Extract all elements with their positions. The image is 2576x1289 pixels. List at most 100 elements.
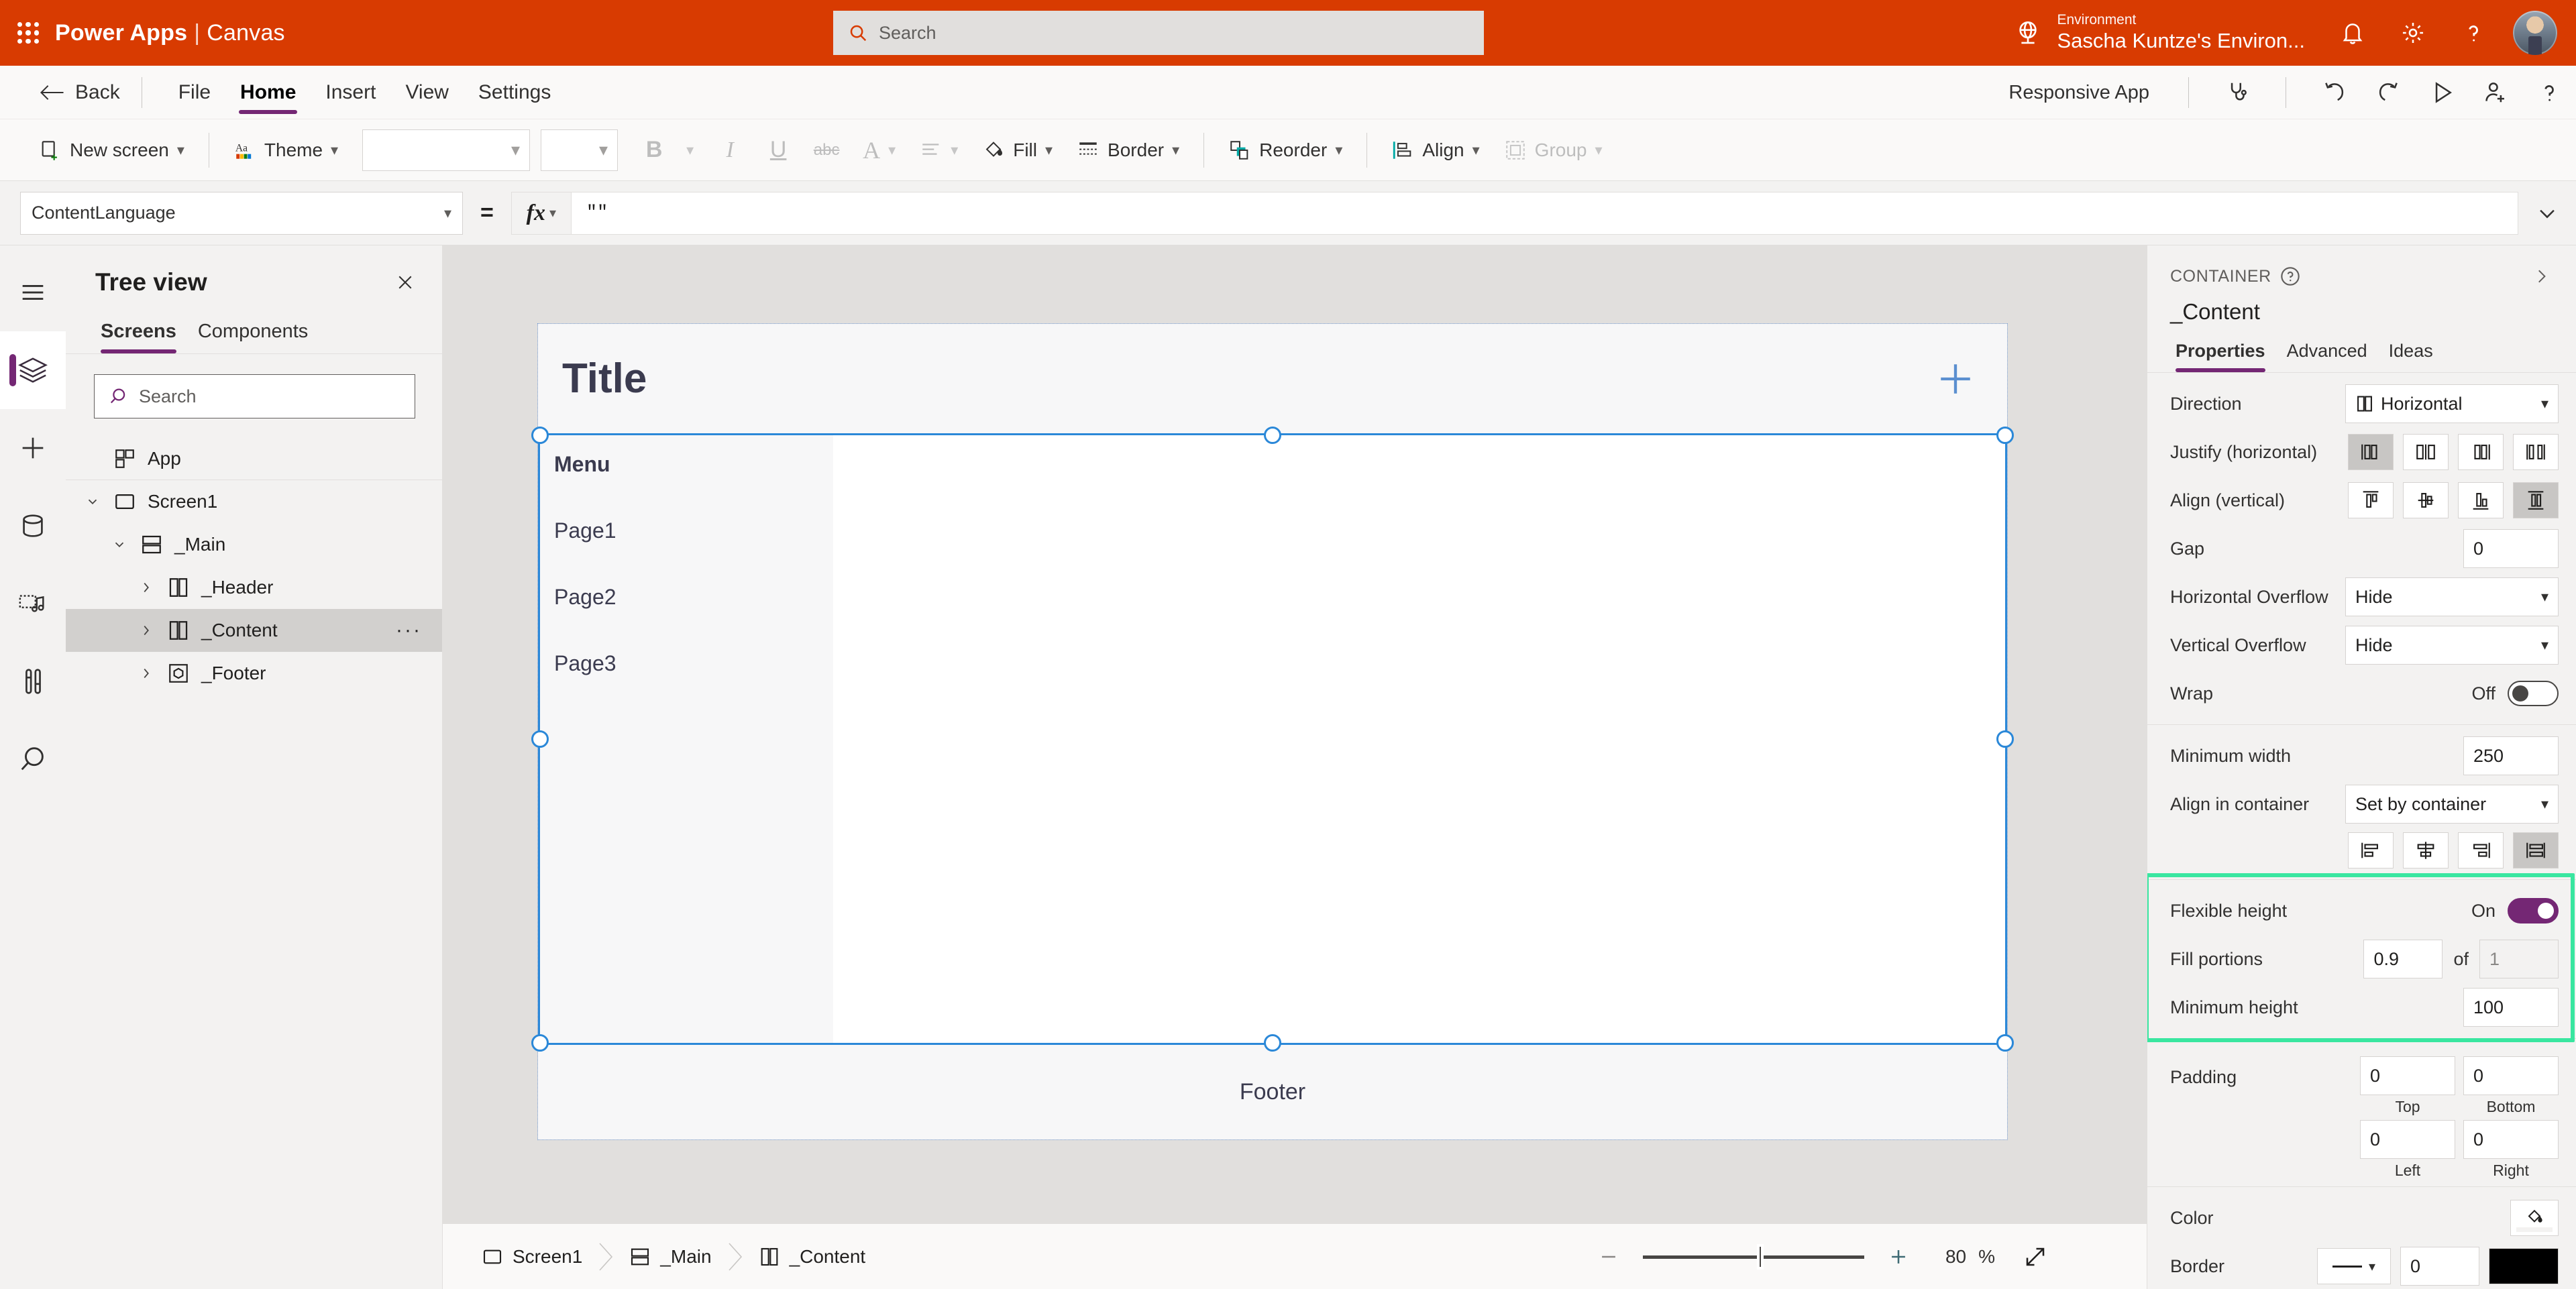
padding-top-input[interactable]: 0 xyxy=(2360,1056,2455,1095)
preview-menu-item[interactable]: Page1 xyxy=(554,518,833,543)
undo-icon[interactable] xyxy=(2308,66,2361,119)
align-button[interactable]: Align ▾ xyxy=(1379,128,1491,172)
chevron-down-icon[interactable] xyxy=(105,537,134,552)
fill-portions-input[interactable]: 0.9 xyxy=(2363,940,2443,978)
preview-menu-item[interactable]: Page2 xyxy=(554,585,833,610)
vertical-overflow-select[interactable]: Hide ▾ xyxy=(2345,626,2559,665)
help-circle-icon[interactable] xyxy=(2279,266,2301,287)
plus-icon[interactable] xyxy=(1936,359,1975,398)
help-icon[interactable] xyxy=(2522,66,2576,119)
text-align-button[interactable]: ▾ xyxy=(908,128,970,172)
redo-icon[interactable] xyxy=(2361,66,2415,119)
tree-node-footer[interactable]: _Footer xyxy=(66,652,442,695)
border-width-input[interactable]: 0 xyxy=(2400,1247,2479,1286)
padding-left-input[interactable]: 0 xyxy=(2360,1120,2455,1159)
chevron-right-icon[interactable] xyxy=(131,623,161,638)
underline-button[interactable]: U xyxy=(754,128,802,172)
sidebar-item-tree-view[interactable] xyxy=(0,331,66,409)
zoom-out-button[interactable] xyxy=(1588,1236,1629,1278)
border-color-swatch[interactable] xyxy=(2489,1248,2559,1284)
hamburger-icon[interactable] xyxy=(0,254,66,331)
preview-menu-item[interactable]: Menu xyxy=(554,452,833,477)
tab-properties[interactable]: Properties xyxy=(2170,337,2277,372)
align-stretch-h-icon[interactable] xyxy=(2513,832,2559,868)
sidebar-item-insert[interactable] xyxy=(0,409,66,487)
reorder-button[interactable]: Reorder ▾ xyxy=(1216,128,1354,172)
tree-node-app[interactable]: App xyxy=(66,437,442,480)
preview-menu-item[interactable]: Page3 xyxy=(554,651,833,676)
breadcrumb-item-content[interactable]: _Content xyxy=(744,1246,881,1268)
minimum-width-input[interactable]: 250 xyxy=(2463,736,2559,775)
font-size-select[interactable]: ▾ xyxy=(541,129,619,171)
tab-ideas[interactable]: Ideas xyxy=(2383,337,2445,372)
align-in-container-select[interactable]: Set by container ▾ xyxy=(2345,785,2559,824)
align-center-icon[interactable] xyxy=(2403,832,2449,868)
minimum-height-input[interactable]: 100 xyxy=(2463,988,2559,1027)
notifications-icon[interactable] xyxy=(2322,0,2383,66)
formula-expand-button[interactable] xyxy=(2518,181,2576,245)
flexible-height-toggle[interactable] xyxy=(2508,898,2559,923)
sidebar-item-media[interactable] xyxy=(0,565,66,642)
padding-right-input[interactable]: 0 xyxy=(2463,1120,2559,1159)
chevron-right-icon[interactable] xyxy=(131,580,161,595)
settings-icon[interactable] xyxy=(2383,0,2443,66)
wrap-toggle[interactable] xyxy=(2508,681,2559,706)
share-icon[interactable] xyxy=(2469,66,2522,119)
tab-advanced[interactable]: Advanced xyxy=(2282,337,2379,372)
padding-bottom-input[interactable]: 0 xyxy=(2463,1056,2559,1095)
tree-search-input[interactable]: Search xyxy=(94,374,415,418)
chevron-down-icon[interactable] xyxy=(78,494,107,509)
fill-bucket-icon[interactable] xyxy=(2510,1200,2559,1236)
zoom-slider-thumb[interactable] xyxy=(1757,1243,1764,1270)
align-right-icon[interactable] xyxy=(2458,832,2504,868)
tree-node-screen1[interactable]: Screen1 xyxy=(66,480,442,523)
tab-components[interactable]: Components xyxy=(193,317,317,353)
tab-view[interactable]: View xyxy=(390,66,463,119)
help-icon[interactable] xyxy=(2443,0,2504,66)
justify-space-between-icon[interactable] xyxy=(2513,434,2559,470)
tree-node-header[interactable]: _Header xyxy=(66,566,442,609)
sidebar-item-search[interactable] xyxy=(0,720,66,798)
collapse-panel-button[interactable] xyxy=(2526,262,2556,291)
gap-input[interactable]: 0 xyxy=(2463,529,2559,568)
app-checker-icon[interactable] xyxy=(2210,66,2264,119)
canvas-area[interactable]: Title Menu Page1 Page2 Page3 Footer xyxy=(443,245,2147,1223)
breadcrumb-item-main[interactable]: _Main xyxy=(614,1246,726,1268)
align-left-icon[interactable] xyxy=(2348,832,2394,868)
fx-button[interactable]: fx ▾ xyxy=(511,191,572,235)
justify-end-icon[interactable] xyxy=(2458,434,2504,470)
formula-input[interactable]: "" xyxy=(571,191,2518,235)
group-button[interactable]: Group ▾ xyxy=(1492,128,1615,172)
bold-button[interactable]: B ▾ xyxy=(618,128,706,172)
tab-insert[interactable]: Insert xyxy=(311,66,390,119)
environment-selector[interactable]: Environment Sascha Kuntze's Environ... xyxy=(2014,12,2305,53)
border-button[interactable]: Border ▾ xyxy=(1065,128,1191,172)
more-options-icon[interactable]: ··· xyxy=(396,619,422,642)
tree-node-main[interactable]: _Main xyxy=(66,523,442,566)
zoom-in-button[interactable] xyxy=(1878,1236,1919,1278)
horizontal-overflow-select[interactable]: Hide ▾ xyxy=(2345,577,2559,616)
font-color-button[interactable]: A ▾ xyxy=(851,128,908,172)
tab-settings[interactable]: Settings xyxy=(464,66,566,119)
align-stretch-icon[interactable] xyxy=(2513,482,2559,518)
align-top-icon[interactable] xyxy=(2348,482,2394,518)
justify-start-icon[interactable] xyxy=(2348,434,2394,470)
back-button[interactable]: Back xyxy=(39,81,120,104)
chevron-right-icon[interactable] xyxy=(131,666,161,681)
avatar[interactable] xyxy=(2513,11,2557,55)
zoom-slider[interactable] xyxy=(1643,1236,1865,1278)
global-search-box[interactable]: Search xyxy=(833,11,1484,55)
align-middle-icon[interactable] xyxy=(2403,482,2449,518)
preview-icon[interactable] xyxy=(2415,66,2469,119)
border-style-select[interactable]: ▾ xyxy=(2317,1248,2391,1284)
direction-select[interactable]: Horizontal ▾ xyxy=(2345,384,2559,423)
tab-file[interactable]: File xyxy=(164,66,225,119)
justify-center-icon[interactable] xyxy=(2403,434,2449,470)
fill-button[interactable]: Fill ▾ xyxy=(970,128,1065,172)
strikethrough-button[interactable]: abc xyxy=(802,128,851,172)
close-icon[interactable] xyxy=(387,264,423,300)
tab-home[interactable]: Home xyxy=(225,66,311,119)
property-select[interactable]: ContentLanguage ▾ xyxy=(20,191,463,235)
italic-button[interactable]: I xyxy=(706,128,754,172)
font-family-select[interactable]: ▾ xyxy=(362,129,531,171)
